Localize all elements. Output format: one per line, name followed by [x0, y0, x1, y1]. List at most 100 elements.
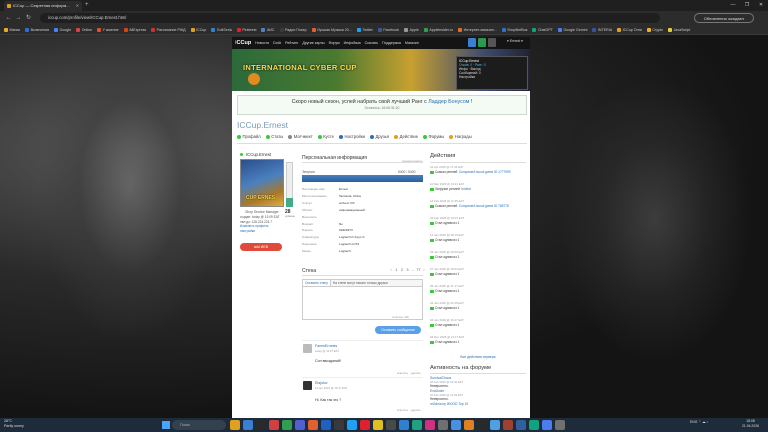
- ladder-bonus-link[interactable]: Ладдер Бонусом: [428, 99, 469, 105]
- tab-9[interactable]: Награды: [449, 134, 472, 139]
- maximize-button[interactable]: ❐: [740, 0, 754, 11]
- bookmark-item[interactable]: ChatGPT: [532, 25, 553, 34]
- reload-button[interactable]: ↻: [24, 11, 33, 25]
- avatar[interactable]: [303, 344, 312, 353]
- nav-other-maps[interactable]: Другие карты: [302, 41, 324, 45]
- bookmark-item[interactable]: AliExpress: [123, 25, 146, 34]
- forum-post-topic[interactable]: mOdnia by WOOD Top 10: [430, 402, 526, 406]
- avatar[interactable]: [303, 381, 312, 390]
- back-button[interactable]: ←: [4, 11, 13, 25]
- bookmark-item[interactable]: Интернет-магазин...: [458, 25, 497, 34]
- site-logo[interactable]: iCCup: [235, 40, 251, 46]
- bookmark-item[interactable]: Facebook: [377, 25, 399, 34]
- wall-tab-write[interactable]: Оставить стену: [303, 280, 331, 286]
- taskbar-app-icon[interactable]: [542, 420, 552, 430]
- nav-dota[interactable]: DotA: [273, 41, 281, 45]
- page-link[interactable]: ›: [422, 268, 426, 272]
- taskbar-app-icon[interactable]: [282, 420, 292, 430]
- taskbar-app-icon[interactable]: [490, 420, 500, 430]
- bookmark-item[interactable]: Расписание РЖД: [151, 25, 186, 34]
- browser-tab[interactable]: ICCup — Секретная информ... ✕: [4, 1, 82, 11]
- nav-support[interactable]: Поддержка: [382, 41, 401, 45]
- taskbar-app-icon[interactable]: [399, 420, 409, 430]
- page-link[interactable]: ‹: [389, 268, 393, 272]
- page-link[interactable]: ...: [411, 268, 415, 272]
- system-tray[interactable]: ENG ⌃ ☁ ♪: [690, 420, 708, 424]
- bookmark-item[interactable]: Google Gemini: [557, 25, 587, 34]
- taskbar-app-icon[interactable]: [347, 420, 357, 430]
- post-author[interactable]: FarewErnests: [315, 344, 337, 348]
- post-actions[interactable]: ответить · удалить: [397, 408, 421, 412]
- weather-widget[interactable]: 28°C Partly sunny: [4, 419, 24, 429]
- taskbar-app-icon[interactable]: [386, 420, 396, 430]
- bookmark-item[interactable]: Радио Покер: [279, 25, 307, 34]
- tab-7[interactable]: Действие: [394, 134, 418, 139]
- tab-3[interactable]: Матчмект: [288, 134, 313, 139]
- edit-profile-link[interactable]: Изменить профиль: [240, 224, 268, 228]
- taskbar-app-icon[interactable]: [360, 420, 370, 430]
- messages-icon[interactable]: [468, 38, 476, 47]
- taskbar-app-icon[interactable]: [555, 420, 565, 430]
- taskbar-app-icon[interactable]: [321, 420, 331, 430]
- taskbar-app-icon[interactable]: [269, 420, 279, 430]
- bookmark-item[interactable]: Включения: [25, 25, 49, 34]
- bookmark-item[interactable]: Pinterest: [236, 25, 256, 34]
- page-link[interactable]: 1: [395, 268, 399, 272]
- taskbar-search[interactable]: Поиск: [172, 420, 226, 430]
- bookmark-item[interactable]: Twitter: [356, 25, 373, 34]
- tab-8[interactable]: Форумы: [423, 134, 444, 139]
- page-link[interactable]: 3: [406, 268, 410, 272]
- notifications-icon[interactable]: [488, 38, 496, 47]
- taskbar-app-icon[interactable]: [412, 420, 422, 430]
- add-friend-button[interactable]: add ИЕВ: [240, 243, 282, 251]
- bookmark-item[interactable]: GoltSeria: [211, 25, 232, 34]
- close-tab-icon[interactable]: ✕: [76, 1, 79, 11]
- bookmark-item[interactable]: Лучшая Музыка 20...: [311, 25, 352, 34]
- taskbar-app-icon[interactable]: [477, 420, 487, 430]
- taskbar-app-icon[interactable]: [529, 420, 539, 430]
- bookmark-item[interactable]: ICCup Огни: [617, 25, 642, 34]
- taskbar-app-icon[interactable]: [230, 420, 240, 430]
- bookmark-item[interactable]: ShopNetBus: [501, 25, 527, 34]
- close-window-button[interactable]: ✕: [754, 0, 768, 11]
- activity-link[interactable]: Composer/Liscuul game ID 785778: [459, 204, 509, 208]
- page-link[interactable]: 2: [400, 268, 404, 272]
- user-menu[interactable]: ▾ Ernest ▾: [507, 39, 523, 43]
- taskbar-app-icon[interactable]: [464, 420, 474, 430]
- activity-link[interactable]: Invited: [461, 187, 470, 191]
- page-link[interactable]: 77: [417, 268, 421, 272]
- taskbar-app-icon[interactable]: [516, 420, 526, 430]
- taskbar-app-icon[interactable]: [373, 420, 383, 430]
- nav-news[interactable]: Новости: [255, 41, 269, 45]
- bookmark-item[interactable]: Crypto: [646, 25, 663, 34]
- tab-6[interactable]: Друзья: [370, 134, 389, 139]
- bookmark-item[interactable]: ICCup: [190, 25, 206, 34]
- bookmark-item[interactable]: АИС: [261, 25, 275, 34]
- taskbar-app-icon[interactable]: [295, 420, 305, 430]
- nav-forum[interactable]: Форум: [329, 41, 340, 45]
- bookmark-item[interactable]: Google: [54, 25, 71, 34]
- bookmark-item[interactable]: Appleinsider.ru: [423, 25, 453, 34]
- taskbar-app-icon[interactable]: [243, 420, 253, 430]
- clock[interactable]: 18:08 21.04.2026: [742, 419, 759, 429]
- tab-4[interactable]: Кусте: [317, 134, 334, 139]
- new-tab-button[interactable]: +: [85, 1, 89, 10]
- post-actions[interactable]: ответить · удалить: [397, 371, 421, 375]
- friends-icon[interactable]: [478, 38, 486, 47]
- bookmark-item[interactable]: Online: [76, 25, 92, 34]
- bookmark-item[interactable]: JavaScript: [668, 25, 690, 34]
- taskbar-app-icon[interactable]: [425, 420, 435, 430]
- post-author[interactable]: Elajidov: [315, 381, 328, 385]
- taskbar-app-icon[interactable]: [438, 420, 448, 430]
- start-icon[interactable]: [162, 421, 170, 429]
- popup-settings[interactable]: Настройки: [459, 75, 525, 79]
- taskbar-app-icon[interactable]: [256, 420, 266, 430]
- bookmark-item[interactable]: Apple: [404, 25, 419, 34]
- all-activity-link[interactable]: Все действия сервера: [430, 355, 526, 359]
- nav-download[interactable]: Скачать: [365, 41, 378, 45]
- activity-link[interactable]: Composer/Liscuul game ID 1777999: [459, 170, 511, 174]
- bookmark-item[interactable]: Мапки: [4, 25, 20, 34]
- nav-rating[interactable]: Рейтинг: [285, 41, 298, 45]
- update-button[interactable]: Обновления ожидают: [694, 13, 754, 23]
- taskbar-app-icon[interactable]: [503, 420, 513, 430]
